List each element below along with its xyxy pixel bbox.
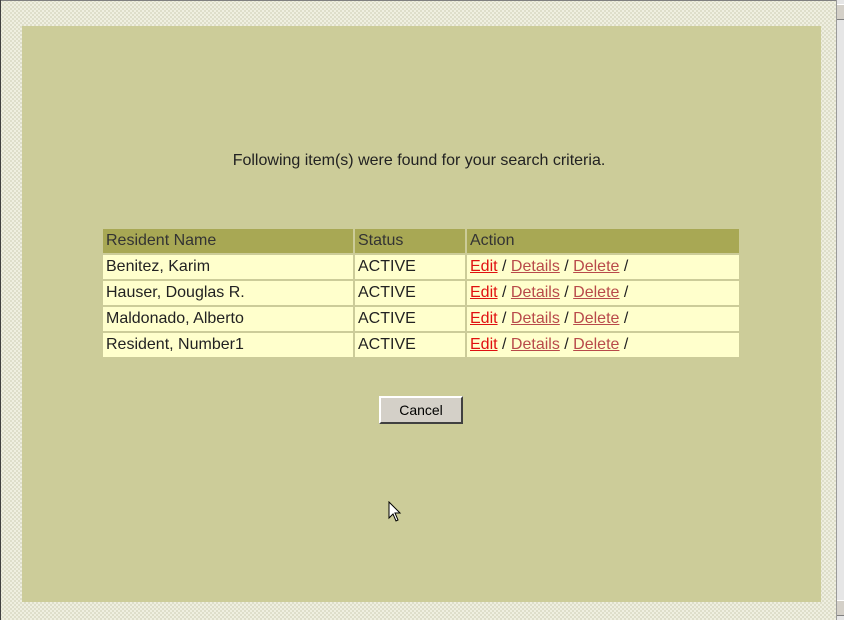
link-separator: / [497,284,511,301]
status-cell: ACTIVE [355,307,467,331]
delete-link[interactable]: Delete [573,258,619,275]
link-separator: / [497,310,511,327]
resident-name-cell: Resident, Number1 [103,333,355,357]
link-separator: / [619,284,629,301]
delete-link[interactable]: Delete [573,284,619,301]
edit-link[interactable]: Edit [470,284,498,301]
edit-link[interactable]: Edit [470,310,498,327]
action-cell: Edit / Details / Delete / [467,281,739,305]
resident-name-cell: Hauser, Douglas R. [103,281,355,305]
status-cell: ACTIVE [355,281,467,305]
link-separator: / [559,258,574,275]
link-separator: / [559,336,574,353]
action-cell: Edit / Details / Delete / [467,333,739,357]
table-row: Maldonado, Alberto ACTIVE Edit / Details… [103,307,739,331]
scroll-down-button[interactable] [837,600,844,616]
resident-name-cell: Benitez, Karim [103,255,355,279]
link-separator: / [559,310,574,327]
arrow-cursor-icon [388,501,402,522]
link-separator: / [619,336,629,353]
frame-border-left [0,0,1,620]
link-separator: / [619,310,629,327]
table-row: Benitez, Karim ACTIVE Edit / Details / D… [103,255,739,279]
scroll-up-button[interactable] [837,4,844,20]
action-cell: Edit / Details / Delete / [467,307,739,331]
resident-name-cell: Maldonado, Alberto [103,307,355,331]
table-row: Hauser, Douglas R. ACTIVE Edit / Details… [103,281,739,305]
link-separator: / [497,336,511,353]
edit-link[interactable]: Edit [470,258,498,275]
results-table: Resident Name Status Action Benitez, Kar… [103,227,739,359]
table-row: Resident, Number1 ACTIVE Edit / Details … [103,333,739,357]
column-header-status: Status [355,229,467,253]
vertical-scrollbar[interactable] [836,0,844,620]
frame-border-top [0,0,844,1]
delete-link[interactable]: Delete [573,336,619,353]
delete-link[interactable]: Delete [573,310,619,327]
link-separator: / [559,284,574,301]
action-cell: Edit / Details / Delete / [467,255,739,279]
details-link[interactable]: Details [511,336,560,353]
column-header-action: Action [467,229,739,253]
cancel-button[interactable]: Cancel [379,396,463,424]
details-link[interactable]: Details [511,310,560,327]
status-cell: ACTIVE [355,333,467,357]
status-cell: ACTIVE [355,255,467,279]
link-separator: / [497,258,511,275]
details-link[interactable]: Details [511,258,560,275]
results-message: Following item(s) were found for your se… [232,152,606,169]
details-link[interactable]: Details [511,284,560,301]
link-separator: / [619,258,629,275]
table-header-row: Resident Name Status Action [103,229,739,253]
edit-link[interactable]: Edit [470,336,498,353]
column-header-resident-name: Resident Name [103,229,355,253]
